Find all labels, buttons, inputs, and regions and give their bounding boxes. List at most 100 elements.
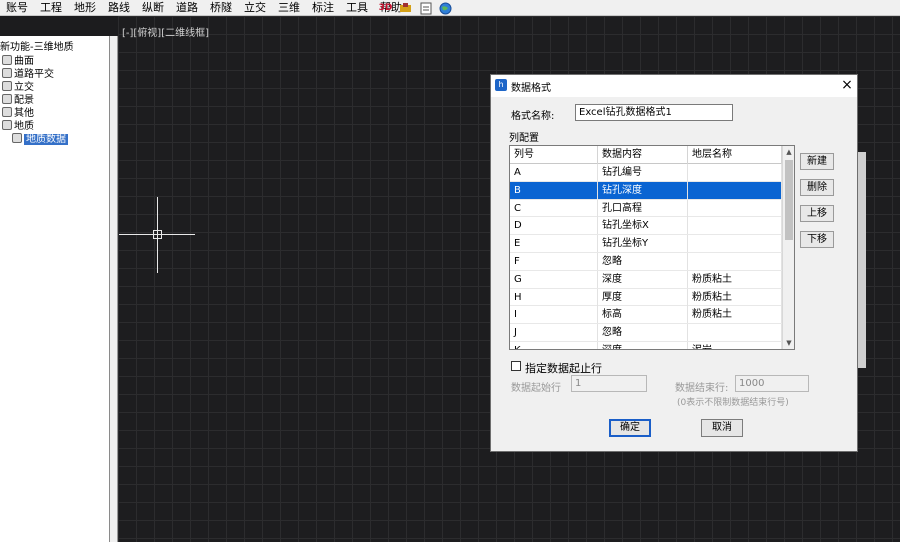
column-letter-cell[interactable]: B — [510, 181, 598, 199]
tree-item-other[interactable]: 其他 — [2, 107, 34, 120]
scroll-up-icon[interactable]: ▲ — [783, 146, 794, 158]
range-checkbox-label[interactable]: 指定数据起止行 — [525, 360, 602, 376]
data-content-cell[interactable]: 深度 — [598, 270, 688, 288]
ok-button[interactable]: 确定 — [609, 419, 651, 437]
layer-name-cell[interactable] — [688, 181, 782, 199]
end-row-hint: (0表示不限制数据结束行号) — [677, 398, 789, 408]
move-down-button[interactable]: 下移 — [800, 231, 834, 248]
column-letter-cell[interactable]: D — [510, 217, 598, 235]
tree-splitter[interactable] — [110, 36, 118, 542]
tree-item-road-junction[interactable]: 道路平交 — [2, 68, 54, 81]
table-row[interactable]: F 忽略 — [510, 253, 782, 271]
menu-annotate[interactable]: 标注 — [306, 0, 340, 16]
other-icon — [2, 107, 12, 117]
data-content-cell[interactable]: 钻孔深度 — [598, 181, 688, 199]
table-row[interactable]: E 钻孔坐标Y — [510, 235, 782, 253]
scenery-icon — [2, 94, 12, 104]
table-row[interactable]: A 钻孔编号 — [510, 164, 782, 182]
3d-icon[interactable]: 3D — [378, 1, 393, 15]
delete-button[interactable]: 删除 — [800, 179, 834, 196]
scroll-down-icon[interactable]: ▼ — [783, 337, 794, 349]
move-up-button[interactable]: 上移 — [800, 205, 834, 222]
menu-3d[interactable]: 三维 — [272, 0, 306, 16]
layer-name-cell[interactable]: 粉质粘土 — [688, 306, 782, 324]
tree-item-geology-data[interactable]: 地质数据 — [12, 133, 68, 146]
column-letter-cell[interactable]: F — [510, 253, 598, 270]
table-row[interactable]: I 标高 粉质粘土 — [510, 306, 782, 325]
dialog-titlebar[interactable]: h 数据格式 × — [491, 75, 857, 97]
data-content-cell[interactable]: 忽略 — [598, 253, 688, 270]
toolbar: 3D — [378, 0, 453, 16]
table-row[interactable]: C 孔口高程 — [510, 199, 782, 218]
tree-item-geology[interactable]: 地质 — [2, 120, 34, 133]
road-icon[interactable] — [398, 1, 413, 15]
cancel-button[interactable]: 取消 — [701, 419, 743, 437]
column-letter-cell[interactable]: E — [510, 235, 598, 253]
column-letter-cell[interactable]: I — [510, 306, 598, 324]
data-content-cell[interactable]: 钻孔坐标X — [598, 217, 688, 235]
column-letter-cell[interactable]: H — [510, 288, 598, 306]
data-format-dialog: h 数据格式 × 格式名称: Excel钻孔数据格式1 列配置 列号 数据内容 … — [490, 74, 858, 452]
data-content-cell[interactable]: 孔口高程 — [598, 199, 688, 217]
tree-item-scenery[interactable]: 配景 — [2, 94, 34, 107]
layer-name-cell[interactable]: 粉质粘土 — [688, 288, 782, 306]
layer-name-cell[interactable]: 泥岩 — [688, 342, 782, 349]
tree-root[interactable]: 新功能-三维地质 — [0, 41, 74, 54]
data-content-cell[interactable]: 钻孔编号 — [598, 164, 688, 181]
table-row[interactable]: K深度泥岩 — [510, 342, 782, 349]
tree-item-interchange[interactable]: 立交 — [2, 81, 34, 94]
column-letter-cell[interactable]: G — [510, 270, 598, 288]
menu-profile[interactable]: 纵断 — [136, 0, 170, 16]
menu-terrain[interactable]: 地形 — [68, 0, 102, 16]
viewport-label[interactable]: [-][俯视][二维线框] — [122, 24, 209, 39]
background-panel-edge — [858, 152, 866, 368]
layer-name-cell[interactable] — [688, 199, 782, 217]
table-row[interactable]: D 钻孔坐标X — [510, 217, 782, 236]
table-header: 列号 数据内容 地层名称 — [510, 146, 782, 164]
data-content-cell[interactable]: 深度 — [598, 342, 688, 349]
layer-name-cell[interactable] — [688, 253, 782, 270]
format-name-label: 格式名称: — [511, 111, 555, 122]
menu-interchange[interactable]: 立交 — [238, 0, 272, 16]
menu-account[interactable]: 账号 — [0, 0, 34, 16]
table-row[interactable]: J 忽略 — [510, 324, 782, 342]
end-row-input[interactable]: 1000 — [735, 375, 809, 392]
column-letter-cell[interactable]: K — [510, 342, 598, 349]
layer-name-cell[interactable] — [688, 164, 782, 181]
layer-name-cell[interactable] — [688, 324, 782, 342]
layer-name-cell[interactable]: 粉质粘土 — [688, 270, 782, 288]
data-content-cell[interactable]: 厚度 — [598, 288, 688, 306]
junction-icon — [2, 68, 12, 78]
start-row-input[interactable]: 1 — [571, 375, 647, 392]
data-content-cell[interactable]: 忽略 — [598, 324, 688, 342]
menu-road[interactable]: 道路 — [170, 0, 204, 16]
table-row[interactable]: G 深度 粉质粘土 — [510, 270, 782, 289]
header-content[interactable]: 数据内容 — [598, 146, 688, 164]
table-row[interactable]: B 钻孔深度 — [510, 181, 782, 200]
menu-tools[interactable]: 工具 — [340, 0, 374, 16]
column-letter-cell[interactable]: J — [510, 324, 598, 342]
range-checkbox[interactable] — [511, 361, 521, 371]
header-column[interactable]: 列号 — [510, 146, 598, 164]
document-icon[interactable] — [418, 1, 433, 15]
format-name-input[interactable]: Excel钻孔数据格式1 — [575, 104, 733, 121]
layer-name-cell[interactable] — [688, 217, 782, 235]
tree-item-surface[interactable]: 曲面 — [2, 55, 34, 68]
surface-icon — [2, 55, 12, 65]
table-scrollbar[interactable]: ▲ ▼ — [782, 146, 794, 349]
menu-route[interactable]: 路线 — [102, 0, 136, 16]
column-letter-cell[interactable]: A — [510, 164, 598, 181]
column-letter-cell[interactable]: C — [510, 199, 598, 217]
new-button[interactable]: 新建 — [800, 153, 834, 170]
project-tree: 新功能-三维地质 曲面 道路平交 立交 配景 其他 地质 地质数据 — [0, 36, 110, 542]
table-row[interactable]: H 厚度 粉质粘土 — [510, 288, 782, 307]
menu-project[interactable]: 工程 — [34, 0, 68, 16]
layer-name-cell[interactable] — [688, 235, 782, 253]
header-layer[interactable]: 地层名称 — [688, 146, 782, 164]
globe-icon[interactable] — [438, 1, 453, 15]
data-content-cell[interactable]: 标高 — [598, 306, 688, 324]
menu-bridge-tunnel[interactable]: 桥隧 — [204, 0, 238, 16]
scroll-thumb[interactable] — [785, 160, 793, 240]
data-content-cell[interactable]: 钻孔坐标Y — [598, 235, 688, 253]
close-icon[interactable]: × — [839, 77, 855, 93]
